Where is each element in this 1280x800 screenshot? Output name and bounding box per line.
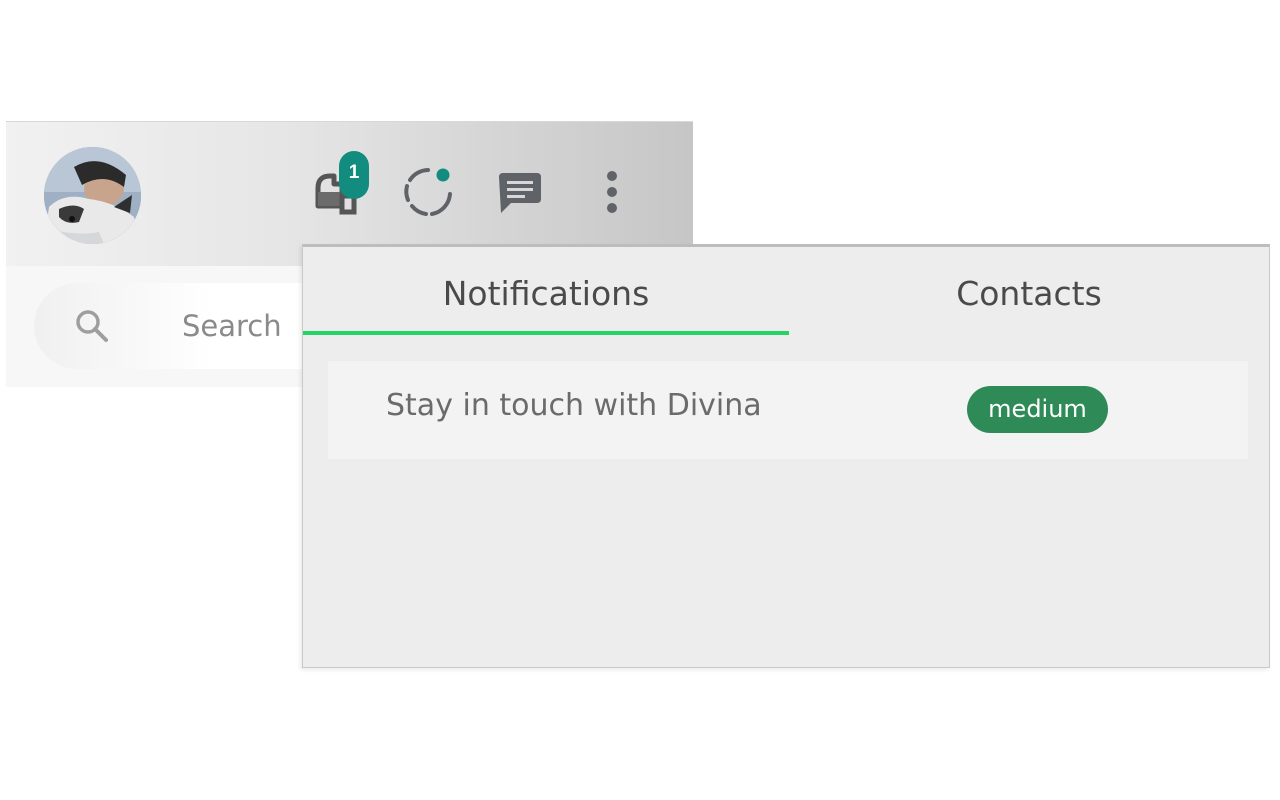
active-tab-indicator bbox=[303, 331, 789, 335]
status-icon[interactable] bbox=[400, 164, 456, 220]
notifications-popup: Notifications Contacts Stay in touch wit… bbox=[302, 244, 1270, 668]
popup-tabs: Notifications Contacts bbox=[303, 247, 1269, 339]
tab-notifications[interactable]: Notifications bbox=[303, 247, 789, 339]
more-vertical-icon[interactable] bbox=[584, 164, 640, 220]
chat-icon[interactable] bbox=[492, 164, 548, 220]
notification-list: Stay in touch with Divina medium bbox=[328, 361, 1248, 459]
priority-badge: medium bbox=[967, 386, 1108, 433]
avatar[interactable] bbox=[44, 147, 141, 244]
notification-item[interactable]: Stay in touch with Divina medium bbox=[328, 361, 1248, 459]
notification-text: Stay in touch with Divina bbox=[386, 388, 762, 423]
screen: 1 Search Notifications Contacts Stay in … bbox=[0, 0, 1280, 800]
notification-count-badge: 1 bbox=[339, 151, 369, 199]
search-icon bbox=[74, 308, 110, 344]
tab-contacts[interactable]: Contacts bbox=[789, 247, 1269, 339]
